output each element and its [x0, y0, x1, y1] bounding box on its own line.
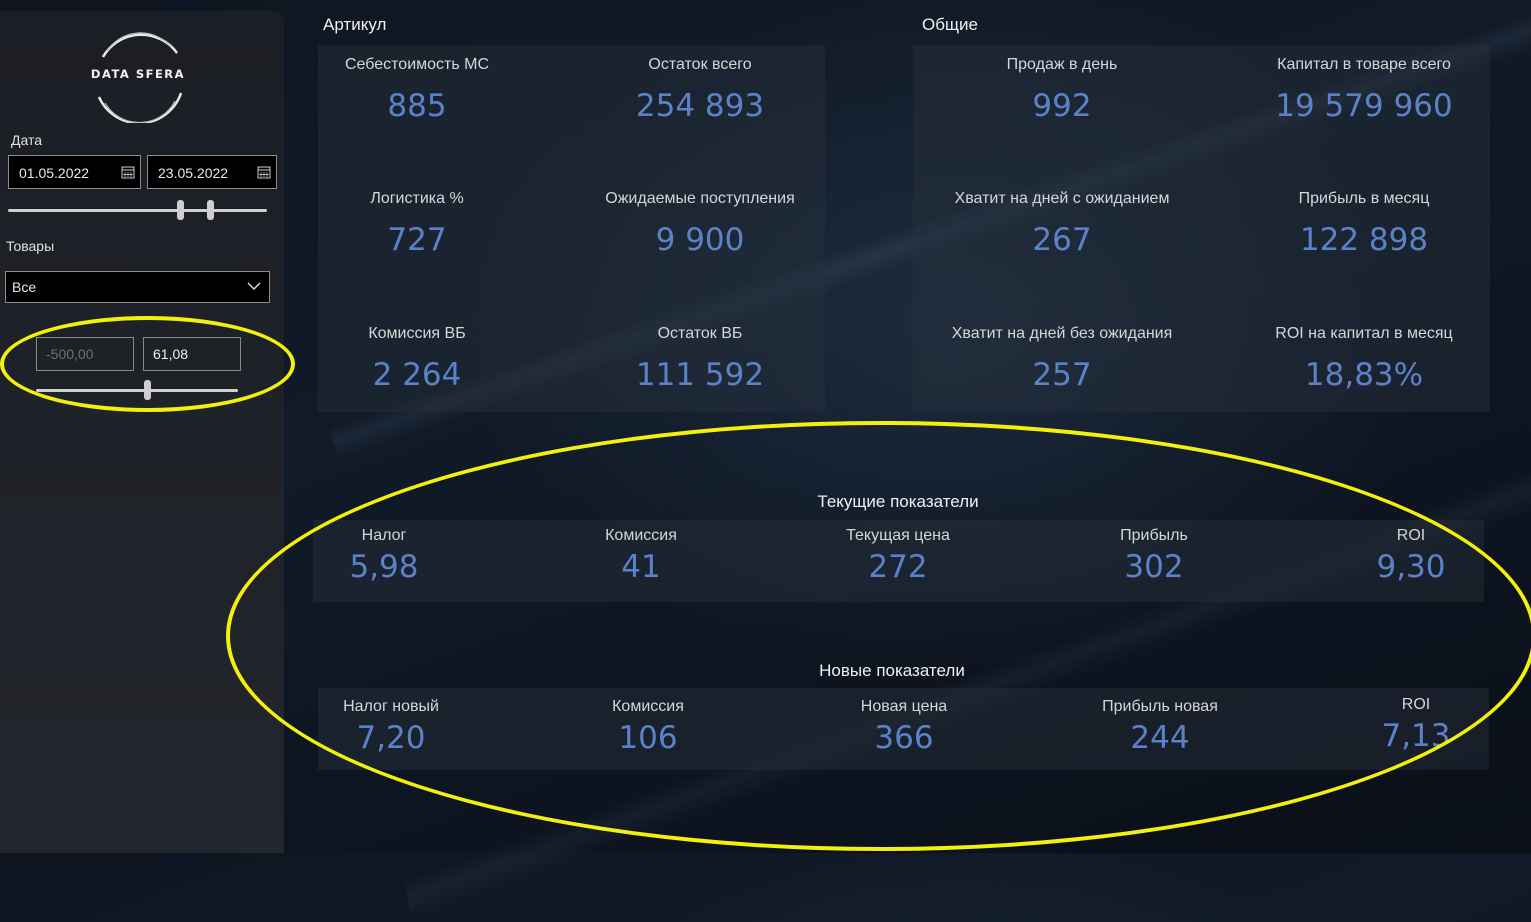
date-from-input[interactable]: 01.05.2022: [8, 155, 141, 189]
kpi-label: Остаток всего: [648, 56, 752, 73]
kpi-value: 9 900: [655, 222, 745, 258]
kpi-sales-per-day: Продаж в день 992: [932, 56, 1192, 124]
kpi-value: 106: [618, 720, 678, 756]
date-range-slider-start-handle[interactable]: [177, 200, 184, 220]
kpi-label: Капитал в товаре всего: [1277, 56, 1451, 73]
filter-sidebar: DATA SFERA Дата 01.05.2022 23.05.2022 То…: [0, 11, 284, 853]
kpi-label: Налог: [361, 527, 407, 544]
kpi-value: 18,83%: [1304, 357, 1424, 393]
kpi-days-with-expected: Хватит на дней с ожиданием 267: [932, 190, 1192, 258]
kpi-value: 267: [1032, 222, 1092, 258]
kpi-value: 122 898: [1299, 222, 1429, 258]
kpi-label: Логистика %: [370, 190, 464, 207]
brand-logo: DATA SFERA: [85, 31, 195, 125]
goods-select-value: Все: [12, 279, 37, 295]
kpi-value: 19 579 960: [1275, 88, 1453, 124]
date-to-input[interactable]: 23.05.2022: [147, 155, 277, 189]
kpi-value: 727: [387, 222, 447, 258]
calendar-icon[interactable]: [257, 165, 271, 179]
kpi-value: 302: [1124, 549, 1184, 585]
range-min-input[interactable]: -500,00: [36, 337, 134, 371]
kpi-value: 272: [868, 549, 928, 585]
range-max-input[interactable]: 61,08: [143, 337, 241, 371]
general-section-title: Общие: [922, 15, 978, 34]
kpi-value: 111 592: [635, 357, 765, 393]
kpi-value: 9,30: [1376, 549, 1446, 585]
new-section-title: Новые показатели: [819, 661, 965, 680]
kpi-expected-supply: Ожидаемые поступления 9 900: [580, 190, 820, 258]
date-range-slider-track[interactable]: [8, 209, 267, 212]
kpi-value: 7,20: [356, 720, 426, 756]
kpi-new-profit: Прибыль новая 244: [1080, 698, 1240, 756]
kpi-label: Хватит на дней с ожиданием: [954, 190, 1170, 207]
kpi-label: Комиссия: [605, 527, 677, 544]
value-range-slider-handle[interactable]: [144, 380, 151, 400]
chevron-down-icon[interactable]: [247, 281, 261, 291]
kpi-value: 254 893: [635, 88, 765, 124]
kpi-label: Ожидаемые поступления: [605, 190, 795, 207]
kpi-label: ROI: [1401, 696, 1431, 713]
kpi-logistics: Логистика % 727: [317, 190, 517, 258]
kpi-new-price: Новая цена 366: [834, 698, 974, 756]
value-range-slider-track[interactable]: [36, 389, 238, 392]
kpi-cost: Себестоимость МС 885: [317, 56, 517, 124]
kpi-label: Прибыль новая: [1102, 698, 1218, 715]
kpi-value: 366: [874, 720, 934, 756]
date-label: Дата: [11, 132, 43, 148]
article-section-title: Артикул: [323, 15, 387, 34]
kpi-label: Текущая цена: [846, 527, 950, 544]
kpi-wb-commission: Комиссия ВБ 2 264: [317, 325, 517, 393]
kpi-value: 885: [387, 88, 447, 124]
kpi-value: 7,13: [1381, 718, 1451, 754]
kpi-label: Прибыль: [1120, 527, 1188, 544]
highlight-ring-indicators: [226, 421, 1531, 851]
kpi-current-commission: Комиссия 41: [571, 527, 711, 585]
goods-label: Товары: [6, 238, 55, 254]
kpi-wb-stock: Остаток ВБ 111 592: [580, 325, 820, 393]
kpi-label: Себестоимость МС: [344, 56, 490, 73]
kpi-label: Остаток ВБ: [657, 325, 743, 342]
kpi-value: 257: [1032, 357, 1092, 393]
kpi-capital-total: Капитал в товаре всего 19 579 960: [1234, 56, 1494, 124]
kpi-new-roi: ROI 7,13: [1346, 696, 1486, 754]
date-range-slider-end-handle[interactable]: [207, 200, 214, 220]
kpi-label: Хватит на дней без ожидания: [951, 325, 1173, 342]
kpi-label: Комиссия ВБ: [368, 325, 466, 342]
kpi-label: ROI на капитал в месяц: [1275, 325, 1453, 342]
kpi-label: Прибыль в месяц: [1298, 190, 1430, 207]
date-from-value: 01.05.2022: [19, 165, 90, 181]
kpi-roi-capital-month: ROI на капитал в месяц 18,83%: [1234, 325, 1494, 393]
calendar-icon[interactable]: [121, 165, 135, 179]
kpi-value: 41: [621, 549, 661, 585]
kpi-current-price: Текущая цена 272: [818, 527, 978, 585]
kpi-current-tax: Налог 5,98: [314, 527, 454, 585]
kpi-value: 992: [1032, 88, 1092, 124]
kpi-label: Налог новый: [343, 698, 439, 715]
kpi-label: ROI: [1396, 527, 1426, 544]
kpi-new-commission: Комиссия 106: [578, 698, 718, 756]
kpi-stock-total: Остаток всего 254 893: [580, 56, 820, 124]
date-to-value: 23.05.2022: [158, 165, 229, 181]
goods-select[interactable]: Все: [5, 271, 270, 303]
kpi-label: Новая цена: [860, 698, 948, 715]
kpi-value: 2 264: [372, 357, 462, 393]
kpi-label: Комиссия: [612, 698, 684, 715]
kpi-value: 244: [1130, 720, 1190, 756]
kpi-current-profit: Прибыль 302: [1084, 527, 1224, 585]
kpi-label: Продаж в день: [1006, 56, 1118, 73]
kpi-new-tax: Налог новый 7,20: [316, 698, 466, 756]
kpi-current-roi: ROI 9,30: [1341, 527, 1481, 585]
kpi-value: 5,98: [349, 549, 419, 585]
kpi-days-without-expected: Хватит на дней без ожидания 257: [932, 325, 1192, 393]
kpi-profit-per-month: Прибыль в месяц 122 898: [1234, 190, 1494, 258]
current-section-title: Текущие показатели: [817, 492, 979, 511]
logo-text: DATA SFERA: [90, 67, 186, 81]
